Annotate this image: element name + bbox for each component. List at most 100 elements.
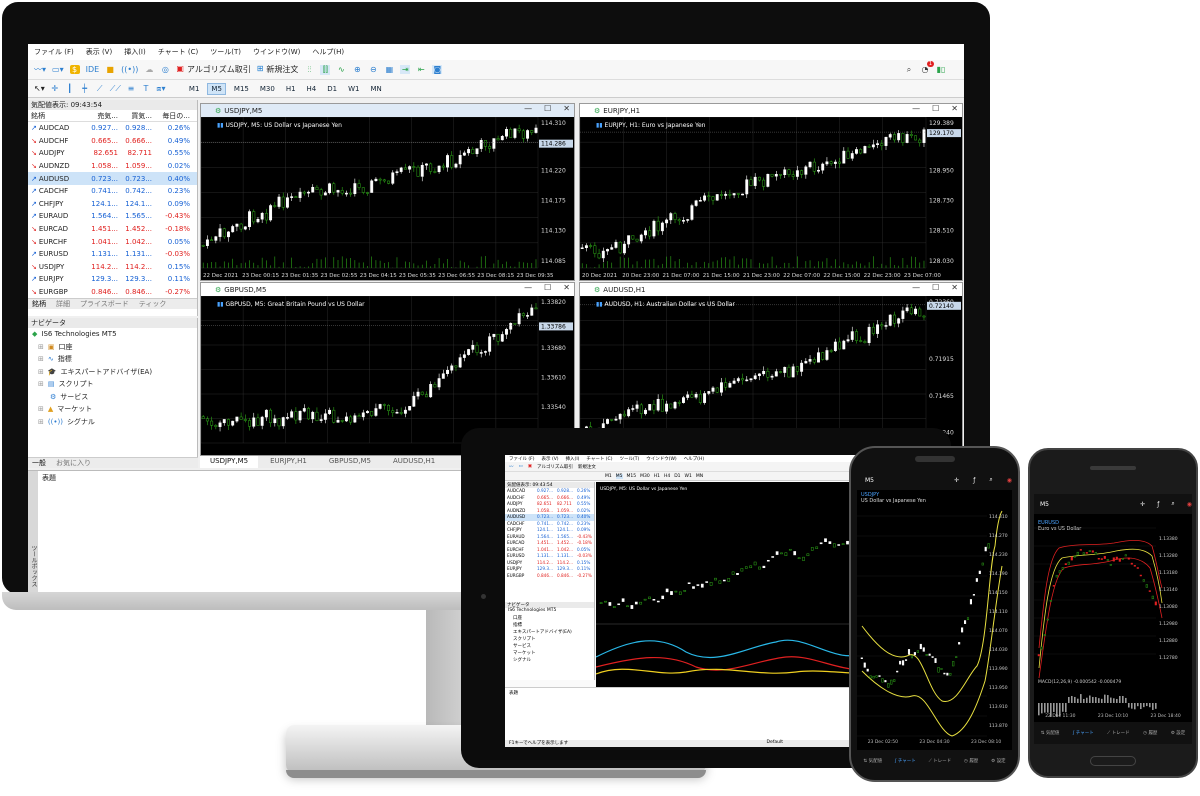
chart-tab-usdjpy[interactable]: USDJPY,M5: [200, 456, 259, 468]
menu-help[interactable]: ヘルプ(H): [312, 47, 344, 57]
navigator-root[interactable]: ◆ IS6 Technologies MT5: [28, 328, 197, 341]
dollar-icon[interactable]: $: [69, 65, 80, 74]
tablet-tf-mn[interactable]: MN: [696, 474, 703, 479]
nav-item-market[interactable]: ⊞ ▲ マーケット: [28, 403, 197, 416]
tf-m5[interactable]: M5: [207, 82, 226, 95]
minimize-icon[interactable]: —: [912, 283, 920, 292]
chart-window[interactable]: ⚙ USDJPY,M5 — ☐ ✕ 114.310 114.286 114.220 114.17…: [200, 103, 575, 281]
tablet-tf-h4[interactable]: H4: [664, 474, 670, 479]
market-watch-row[interactable]: ↗ EURJPY 129.3... 129.3... 0.11%: [28, 273, 197, 286]
market-watch-row[interactable]: ↗ EURAUD 1.564... 1.565... -0.43%: [28, 210, 197, 223]
chart-window-titlebar[interactable]: ⚙ USDJPY,M5 — ☐ ✕: [201, 104, 574, 117]
p2-nav-quotes[interactable]: ⇅ 気配値: [1041, 730, 1060, 736]
p1-crosshair-icon[interactable]: ✛: [954, 477, 959, 484]
chart-shift-icon[interactable]: ⇤: [416, 65, 426, 74]
market-watch-row[interactable]: ↘ EURCAD 1.451... 1.452... -0.18%: [28, 223, 197, 236]
menu-file[interactable]: ファイル (F): [34, 47, 74, 57]
tablet-tf-m30[interactable]: M30: [640, 474, 650, 479]
market-watch-row[interactable]: ↘ AUDNZD 1.058... 1.059... 0.02%: [28, 160, 197, 173]
candle-chart-icon[interactable]: ⫿⫿: [320, 64, 331, 75]
tablet-nav-signals[interactable]: シグナル: [505, 657, 594, 664]
tab-price-board[interactable]: プライスボード: [80, 299, 129, 309]
shapes-icon[interactable]: ⧈▾: [156, 84, 166, 94]
tablet-mw-row[interactable]: EURGBP 0.846... 0.846... -0.27%: [505, 573, 594, 580]
market-watch-row[interactable]: ↗ AUDCAD 0.927... 0.928... 0.26%: [28, 122, 197, 135]
tf-mn[interactable]: MN: [367, 84, 384, 94]
close-icon[interactable]: ✕: [951, 283, 958, 292]
col-symbol[interactable]: 銘柄: [28, 111, 84, 121]
p1-trade-icon[interactable]: ◉: [1007, 477, 1012, 484]
new-order-button[interactable]: ⊞ 新規注文: [257, 64, 299, 75]
market-watch-row[interactable]: ↘ AUDJPY 82.651 82.711 0.55%: [28, 147, 197, 160]
tf-m15[interactable]: M15: [231, 84, 252, 94]
tablet-menu-window[interactable]: ウインドウ(W): [646, 456, 676, 462]
channel-icon[interactable]: ⟋⟋: [110, 84, 121, 94]
tablet-tf-d1[interactable]: D1: [674, 474, 680, 479]
nav-item-signals[interactable]: ⊞ ((•)) シグナル: [28, 416, 197, 429]
grid-icon[interactable]: ▦: [384, 65, 394, 74]
chart-window-titlebar[interactable]: ⚙ GBPUSD,M5 — ☐ ✕: [201, 283, 574, 296]
tablet-templates-icon[interactable]: ▭: [519, 464, 523, 469]
chart-window[interactable]: ⚙ EURJPY,H1 — ☐ ✕ 129.389 129.170 128.950 128.73…: [579, 103, 963, 281]
screenshot-icon[interactable]: ◙: [432, 65, 443, 74]
p1-nav-history[interactable]: ◷ 履歴: [964, 758, 978, 764]
ide-icon[interactable]: IDE: [86, 65, 100, 74]
text-icon[interactable]: T: [141, 84, 151, 93]
trade-panel-icon[interactable]: ▮▮: [596, 122, 603, 129]
tablet-nav-market[interactable]: マーケット: [505, 650, 594, 657]
trade-panel-icon[interactable]: ▮▮: [596, 301, 603, 308]
chart-svg[interactable]: 129.389 129.170 128.950 128.730 128.510 128.0…: [579, 116, 962, 280]
vline-icon[interactable]: ┃: [65, 84, 75, 93]
minimize-icon[interactable]: —: [912, 104, 920, 113]
p1-timeframe[interactable]: M5: [865, 477, 874, 484]
menu-chart[interactable]: チャート (C): [158, 47, 199, 57]
trendline-icon[interactable]: ⟋: [95, 84, 105, 94]
tablet-tf-h1[interactable]: H1: [654, 474, 660, 479]
p1-nav-trade[interactable]: ⟋ トレード: [929, 758, 952, 764]
tablet-menu-tools[interactable]: ツール(T): [619, 456, 639, 462]
p2-nav-trade[interactable]: ⟋ トレード: [1107, 730, 1130, 736]
cursor-icon[interactable]: ↖▾: [34, 84, 45, 93]
nav-item-scripts[interactable]: ⊞ ▤ スクリプト: [28, 378, 197, 391]
p2-nav-history[interactable]: ◷ 履歴: [1143, 730, 1157, 736]
bar-chart-icon[interactable]: ⫶⫶: [304, 65, 314, 75]
tablet-algo-label[interactable]: アルゴリズム取引: [537, 464, 573, 470]
signal-icon[interactable]: ((•)): [121, 65, 138, 74]
minimize-icon[interactable]: —: [524, 283, 532, 292]
p1-nav-settings[interactable]: ⚙ 設定: [991, 758, 1005, 764]
chart-canvas[interactable]: 129.389 129.170 128.950 128.730 128.510 128.0…: [579, 116, 962, 280]
tablet-tf-m15[interactable]: M15: [627, 474, 637, 479]
market-watch-row[interactable]: ↗ CADCHF 0.741... 0.742... 0.23%: [28, 185, 197, 198]
tablet-menu-help[interactable]: ヘルプ(H): [684, 456, 704, 462]
p1-nav-quotes[interactable]: ⇅ 気配値: [863, 758, 882, 764]
market-watch-row[interactable]: ↘ EURGBP 0.846... 0.846... -0.27%: [28, 286, 197, 299]
notification-icon[interactable]: ◔ 1: [920, 61, 934, 74]
trade-panel-icon[interactable]: ▮▮: [217, 301, 224, 308]
tablet-menu-view[interactable]: 表示 (V): [542, 456, 559, 462]
tablet-tf-w1[interactable]: W1: [685, 474, 692, 479]
tablet-tf-m1[interactable]: M1: [605, 474, 612, 479]
trade-panel-icon[interactable]: ▮▮: [217, 122, 224, 129]
vps-icon[interactable]: ◎: [160, 65, 170, 74]
tf-w1[interactable]: W1: [345, 84, 362, 94]
tab-details[interactable]: 詳細: [56, 299, 70, 309]
templates-icon[interactable]: ▭▾: [52, 65, 64, 74]
p2-crosshair-icon[interactable]: ✛: [1140, 501, 1145, 508]
algo-trading-button[interactable]: ▣ アルゴリズム取引: [176, 64, 250, 75]
close-icon[interactable]: ✕: [563, 283, 570, 292]
tablet-menu-file[interactable]: ファイル (F): [509, 456, 535, 462]
tf-d1[interactable]: D1: [324, 84, 340, 94]
hline-icon[interactable]: ┿: [80, 84, 90, 93]
p2-nav-settings[interactable]: ⚙ 設定: [1171, 730, 1185, 736]
maximize-icon[interactable]: ☐: [544, 104, 551, 113]
market-watch-row[interactable]: ↗ CHFJPY 124.1... 124.1... 0.09%: [28, 198, 197, 211]
p2-timeframe[interactable]: M5: [1040, 501, 1049, 508]
p2-objects-icon[interactable]: ⌕: [1171, 500, 1174, 508]
autoscroll-icon[interactable]: ⇥: [400, 65, 411, 74]
tablet-nav-scripts[interactable]: スクリプト: [505, 636, 594, 643]
nav-item-experts[interactable]: ⊞ 🎓 エキスパートアドバイザ(EA): [28, 366, 197, 379]
chart-tab-gbpusd[interactable]: GBPUSD,M5: [319, 456, 381, 468]
tab-symbols[interactable]: 銘柄: [32, 299, 46, 309]
nav-item-indicators[interactable]: ⊞ ∿ 指標: [28, 353, 197, 366]
chart-window-titlebar[interactable]: ⚙ AUDUSD,H1 — ☐ ✕: [580, 283, 962, 296]
